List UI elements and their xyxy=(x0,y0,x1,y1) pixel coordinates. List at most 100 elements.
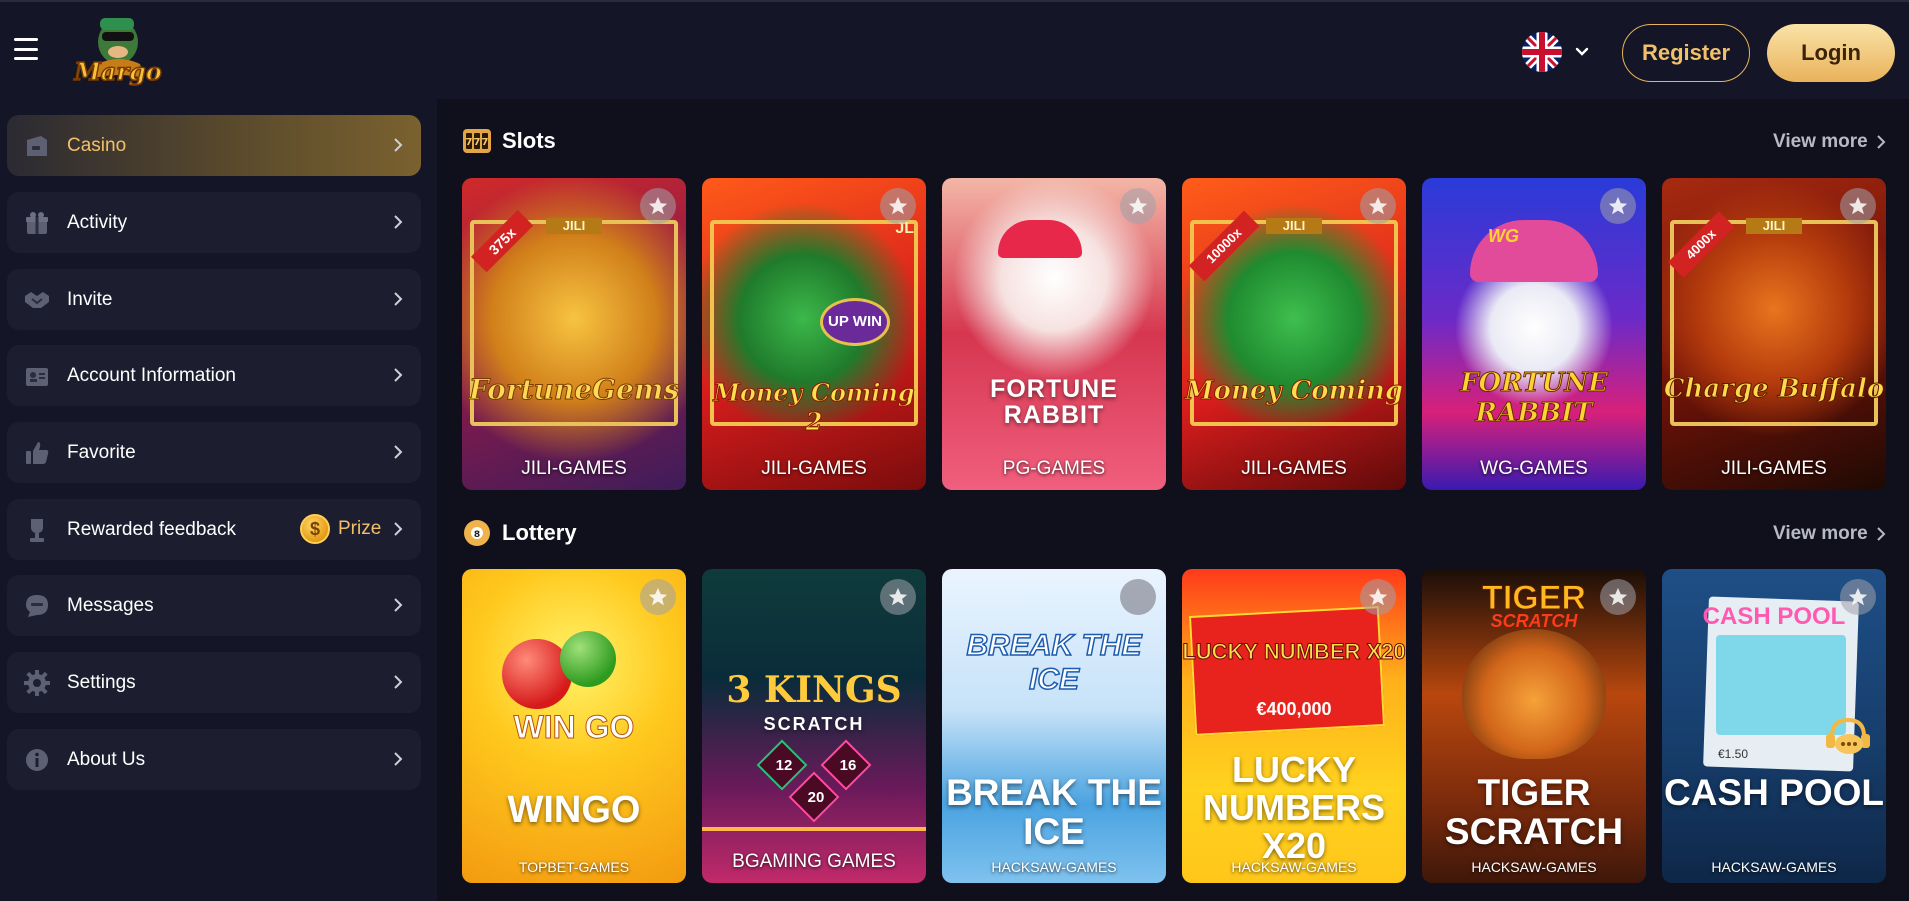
support-chat-icon[interactable] xyxy=(1822,712,1874,762)
favorite-star-button[interactable] xyxy=(1600,579,1636,615)
login-button[interactable]: Login xyxy=(1767,24,1895,82)
star-icon xyxy=(888,587,908,606)
favorite-star-button[interactable] xyxy=(640,188,676,224)
sidebar-item-account-information[interactable]: Account Information xyxy=(7,345,421,406)
sidebar-item-label: About Us xyxy=(67,748,146,770)
chevron-right-icon xyxy=(394,215,403,229)
sidebar-item-activity[interactable]: Activity xyxy=(7,192,421,253)
sidebar-item-rewarded-feedback[interactable]: Rewarded feedback $ Prize xyxy=(7,499,421,560)
game-title: BREAK THE ICE xyxy=(946,772,1162,852)
svg-text:8: 8 xyxy=(474,530,480,540)
game-logo-text: FORTUNE RABBIT xyxy=(990,375,1118,430)
chevron-right-icon xyxy=(394,522,403,536)
favorite-star-button[interactable] xyxy=(1840,579,1876,615)
game-card-tiger-scratch[interactable]: TIGER SCRATCH TIGER SCRATCH HACKSAW-GAME… xyxy=(1422,569,1646,883)
sidebar-item-label: Account Information xyxy=(67,364,236,386)
favorite-star-button[interactable] xyxy=(1360,188,1396,224)
star-icon xyxy=(1608,196,1628,215)
sidebar-item-settings[interactable]: Settings xyxy=(7,652,421,713)
brand-tag: WG xyxy=(1488,226,1519,246)
game-card-money-coming[interactable]: 10000x JILI Money Coming JILI-GAMES xyxy=(1182,178,1406,490)
sidebar-item-invite[interactable]: Invite xyxy=(7,269,421,330)
game-logo-text: FORTUNE RABBIT xyxy=(1460,368,1609,429)
logo-text: Margo xyxy=(73,57,162,86)
provider-label: HACKSAW-GAMES xyxy=(991,859,1117,875)
brand-tag: JILI xyxy=(1746,218,1802,234)
game-card-money-coming-2[interactable]: JL UP WIN Money Coming 2 JILI-GAMES xyxy=(702,178,926,490)
scratch-number: 20 xyxy=(807,789,825,806)
game-card-fortune-gems[interactable]: 375x JILI FortuneGems JILI-GAMES xyxy=(462,178,686,490)
up-win-badge: UP WIN xyxy=(820,298,890,346)
star-icon xyxy=(1608,587,1628,606)
svg-text:7: 7 xyxy=(482,137,489,148)
lottery-section-header: 8 Lottery xyxy=(462,518,577,548)
game-title: CASH POOL xyxy=(1664,772,1884,813)
game-sub-text: SCRATCH xyxy=(763,714,865,734)
game-logo-text: 3 KINGS xyxy=(726,669,902,711)
sidebar-item-label: Casino xyxy=(67,134,127,156)
lottery-title: Lottery xyxy=(502,520,577,545)
sidebar: Casino Activity Invite Account Informati… xyxy=(0,99,437,901)
sidebar-item-casino[interactable]: Casino xyxy=(7,115,421,176)
register-button[interactable]: Register xyxy=(1622,24,1750,82)
coin-icon: $ xyxy=(300,514,330,544)
game-title: WINGO xyxy=(507,789,641,831)
casino-icon xyxy=(27,136,47,156)
view-more-label: View more xyxy=(1773,131,1868,152)
info-icon xyxy=(26,749,48,771)
tiger-face-art xyxy=(1462,629,1606,759)
slots-title: Slots xyxy=(502,128,556,153)
chevron-right-icon xyxy=(394,368,403,382)
star-icon xyxy=(1848,196,1868,215)
favorite-star-button[interactable] xyxy=(880,188,916,224)
favorite-star-button[interactable] xyxy=(1600,188,1636,224)
thumbs-up-icon xyxy=(26,442,49,464)
game-card-charge-buffalo[interactable]: 4000x JILI Charge Buffalo JILI-GAMES xyxy=(1662,178,1886,490)
provider-label: HACKSAW-GAMES xyxy=(1471,859,1597,875)
sidebar-item-favorite[interactable]: Favorite xyxy=(7,422,421,483)
uk-flag-icon xyxy=(1522,32,1562,72)
sidebar-item-label: Invite xyxy=(67,288,113,310)
chevron-right-icon xyxy=(1876,527,1886,541)
star-icon xyxy=(888,196,908,215)
provider-label: HACKSAW-GAMES xyxy=(1711,859,1837,875)
game-card-3-kings[interactable]: 3 KINGS SCRATCH 12 16 20 BGAMING GAMES xyxy=(702,569,926,883)
ticket-price: €1.50 xyxy=(1718,747,1749,761)
favorite-star-button[interactable] xyxy=(640,579,676,615)
site-logo[interactable]: Margo xyxy=(70,8,170,96)
provider-label: JILI-GAMES xyxy=(1721,458,1827,479)
lottery-view-more-link[interactable]: View more xyxy=(1773,523,1886,545)
favorite-star-button[interactable] xyxy=(880,579,916,615)
game-card-lucky-numbers-x20[interactable]: LUCKY NUMBER X20 €400,000 LUCKY NUMBERS … xyxy=(1182,569,1406,883)
brand-tag: JILI xyxy=(546,218,602,234)
game-card-fortune-rabbit-wg[interactable]: WG FORTUNE RABBIT WG-GAMES xyxy=(1422,178,1646,490)
game-title: LUCKY NUMBERS X20 xyxy=(1202,749,1385,866)
provider-label: BGAMING GAMES xyxy=(732,851,896,872)
menu-icon[interactable] xyxy=(14,38,38,60)
sidebar-item-about-us[interactable]: About Us xyxy=(7,729,421,790)
id-card-icon xyxy=(26,368,48,386)
game-card-fortune-rabbit-pg[interactable]: FORTUNE RABBIT PG-GAMES xyxy=(942,178,1166,490)
slots-section-header: 777 Slots xyxy=(462,126,556,156)
sidebar-item-label: Rewarded feedback xyxy=(67,518,236,540)
handshake-icon xyxy=(25,292,49,308)
provider-label: WG-GAMES xyxy=(1480,458,1588,479)
star-icon xyxy=(1368,587,1388,606)
game-card-break-the-ice[interactable]: BREAK THE ICE BREAK THE ICE HACKSAW-GAME… xyxy=(942,569,1166,883)
language-selector[interactable] xyxy=(1522,32,1590,72)
provider-label: PG-GAMES xyxy=(1002,458,1106,479)
slots-view-more-link[interactable]: View more xyxy=(1773,131,1886,153)
view-more-label: View more xyxy=(1773,523,1868,544)
favorite-star-button[interactable] xyxy=(1360,579,1396,615)
favorite-star-button[interactable] xyxy=(1120,188,1156,224)
sidebar-item-messages[interactable]: Messages xyxy=(7,575,421,636)
favorite-star-button[interactable] xyxy=(1840,188,1876,224)
trophy-icon xyxy=(30,519,44,542)
scratch-number: 16 xyxy=(839,757,857,774)
chat-icon xyxy=(26,595,48,617)
favorite-button[interactable] xyxy=(1120,579,1156,615)
game-card-wingo[interactable]: WIN GO WINGO TOPBET-GAMES xyxy=(462,569,686,883)
chevron-right-icon xyxy=(394,138,403,152)
star-icon xyxy=(1368,196,1388,215)
star-icon xyxy=(648,587,668,606)
